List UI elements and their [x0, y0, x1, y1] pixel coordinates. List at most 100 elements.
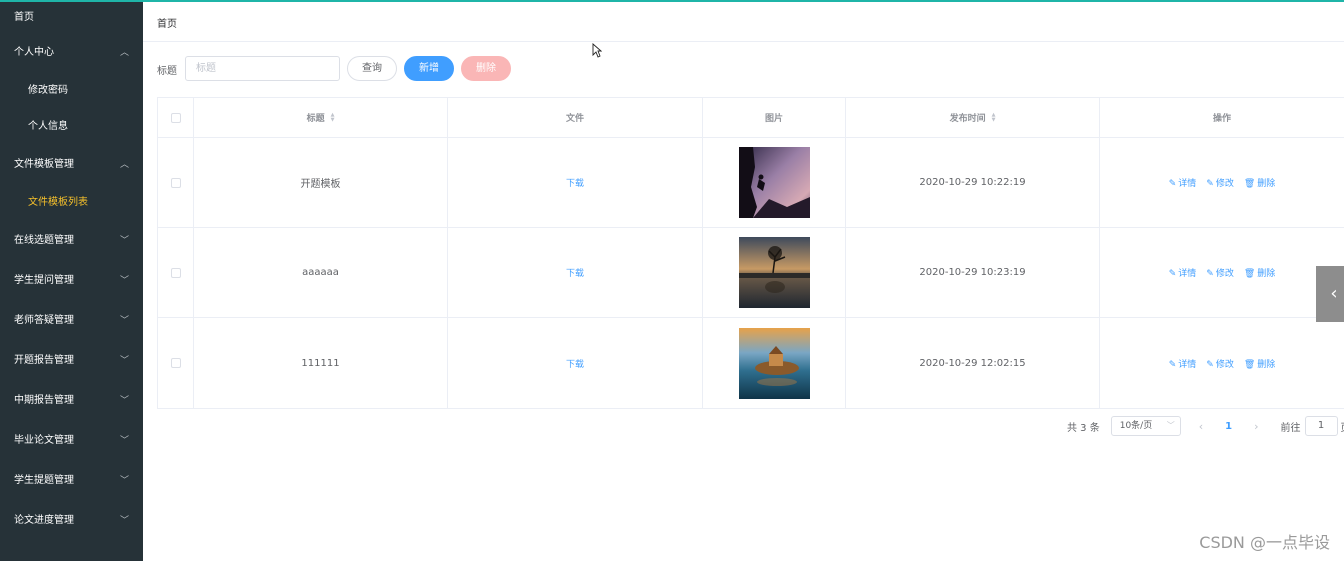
climber-silhouette-photo[interactable]	[738, 147, 810, 218]
sidebar-subitem-change-password[interactable]: 修改密码	[0, 76, 143, 112]
sidebar-item-label: 文件模板管理	[14, 159, 74, 170]
sidebar-item-label: 论文进度管理	[14, 515, 74, 526]
pagination-total: 共 3 条	[1067, 422, 1100, 434]
cell-title: aaaaaa	[194, 228, 448, 317]
top-accent-bar	[0, 0, 1344, 2]
sort-icon[interactable]: ▲ ▼	[992, 112, 996, 123]
detail-button[interactable]: ✎ 详情	[1169, 266, 1197, 279]
mouse-cursor-icon	[592, 43, 602, 58]
column-header-actions: 操作	[1212, 114, 1231, 124]
sidebar-item-thesis-progress[interactable]: 论文进度管理 ﹀	[0, 504, 143, 544]
sidebar-item-midterm-report[interactable]: 中期报告管理 ﹀	[0, 384, 143, 424]
sidebar-item-student-topics[interactable]: 学生提题管理 ﹀	[0, 464, 143, 504]
chevron-down-icon: ﹀	[119, 276, 129, 286]
lake-tree-sunset-photo[interactable]	[738, 237, 810, 308]
chevron-down-icon: ﹀	[119, 356, 129, 366]
cell-time: 2020-10-29 10:22:19	[846, 138, 1100, 227]
detail-button[interactable]: ✎ 详情	[1169, 357, 1197, 370]
goto-suffix: 页	[1341, 419, 1344, 434]
data-table: 标题 ▲ ▼ 文件 图片 发布时间 ▲ ▼ 操作 开题模板 下载 2020-10-2…	[157, 97, 1344, 409]
cell-title: 开题模板	[194, 138, 448, 227]
next-page-icon[interactable]: ›	[1254, 420, 1258, 433]
edit-icon: ✎	[1206, 359, 1214, 370]
sidebar-item-personal-center[interactable]: 个人中心 ︿	[0, 36, 143, 76]
cell-time: 2020-10-29 12:02:15	[846, 318, 1100, 408]
pagination: 共 3 条 10条/页 ﹀ ‹ 1 › 前往 1 页	[1067, 416, 1344, 436]
edit-icon: ✎	[1168, 359, 1177, 370]
chevron-down-icon: ﹀	[1166, 421, 1175, 430]
sidebar-item-teacher-answers[interactable]: 老师答疑管理 ﹀	[0, 304, 143, 344]
row-checkbox[interactable]	[170, 177, 181, 188]
sidebar-subitem-file-template-list[interactable]: 文件模板列表	[0, 188, 143, 224]
search-label: 标题	[157, 66, 177, 77]
sidebar-item-student-questions[interactable]: 学生提问管理 ﹀	[0, 264, 143, 304]
sidebar-item-label: 中期报告管理	[14, 395, 74, 406]
trash-icon: 🗑	[1243, 359, 1256, 370]
watermark: CSDN @一点毕设	[1199, 533, 1330, 552]
detail-button[interactable]: ✎ 详情	[1169, 176, 1197, 189]
cell-title: 111111	[194, 318, 448, 408]
chevron-down-icon: ﹀	[119, 316, 129, 326]
edit-button[interactable]: ✎ 修改	[1206, 357, 1234, 370]
delete-button[interactable]: 🗑 删除	[1244, 266, 1275, 279]
sidebar-subitem-personal-info[interactable]: 个人信息	[0, 112, 143, 148]
panel-toggle-button[interactable]: ‹	[1316, 266, 1344, 322]
sidebar-item-home[interactable]: 首页	[0, 2, 143, 36]
trash-icon: 🗑	[1243, 269, 1256, 279]
sidebar-item-label: 学生提问管理	[14, 275, 74, 286]
sidebar-item-proposal-report[interactable]: 开题报告管理 ﹀	[0, 344, 143, 384]
chevron-down-icon: ﹀	[119, 476, 129, 486]
edit-icon: ✎	[1206, 269, 1214, 279]
breadcrumb[interactable]: 首页	[157, 15, 177, 30]
delete-button[interactable]: 🗑 删除	[1244, 357, 1275, 370]
edit-button[interactable]: ✎ 修改	[1206, 266, 1234, 279]
sidebar-item-label: 个人中心	[14, 47, 54, 58]
column-header-image: 图片	[703, 98, 846, 137]
header-divider	[143, 41, 1344, 42]
query-button[interactable]: 查询	[347, 56, 397, 81]
sidebar-item-label: 在线选题管理	[14, 235, 74, 246]
cell-time: 2020-10-29 10:23:19	[846, 228, 1100, 317]
download-link[interactable]: 下载	[566, 357, 584, 370]
chevron-up-icon: ︿	[119, 160, 129, 170]
chevron-left-icon: ‹	[1330, 283, 1338, 304]
goto-page-input[interactable]: 1	[1304, 416, 1338, 436]
sidebar-item-label: 开题报告管理	[14, 355, 74, 366]
edit-button[interactable]: ✎ 修改	[1206, 176, 1234, 189]
edit-icon: ✎	[1168, 179, 1177, 189]
sort-icon[interactable]: ▲ ▼	[331, 112, 335, 123]
trash-icon: 🗑	[1243, 179, 1256, 189]
column-header-time[interactable]: 发布时间 ▲ ▼	[846, 98, 1100, 137]
delete-button[interactable]: 🗑 删除	[1244, 176, 1275, 189]
edit-icon: ✎	[1168, 269, 1177, 279]
island-castle-photo[interactable]	[738, 327, 810, 399]
goto-label: 前往	[1280, 422, 1301, 434]
column-header-title[interactable]: 标题 ▲ ▼	[194, 98, 448, 137]
sidebar-item-label: 毕业论文管理	[14, 435, 74, 446]
table-row: 111111 下载 2020-10-29 12:02:15 ✎ 详情 ✎ 修改 🗑 删…	[158, 318, 1344, 408]
row-checkbox[interactable]	[170, 267, 181, 278]
sidebar-item-thesis[interactable]: 毕业论文管理 ﹀	[0, 424, 143, 464]
prev-page-icon[interactable]: ‹	[1199, 420, 1203, 433]
chevron-down-icon: ﹀	[119, 516, 129, 526]
sidebar-item-topic-selection[interactable]: 在线选题管理 ﹀	[0, 224, 143, 264]
table-row: aaaaaa 下载 2020-10-29 10:23:19 ✎ 详情 ✎ 修改 🗑 删…	[158, 228, 1344, 318]
select-all-checkbox[interactable]	[170, 112, 181, 123]
title-search-input[interactable]	[185, 56, 340, 81]
sidebar-item-label: 学生提题管理	[14, 475, 74, 486]
table-header-row: 标题 ▲ ▼ 文件 图片 发布时间 ▲ ▼ 操作	[158, 98, 1344, 138]
chevron-down-icon: ﹀	[119, 236, 129, 246]
sidebar-item-file-template[interactable]: 文件模板管理 ︿	[0, 148, 143, 188]
table-row: 开题模板 下载 2020-10-29 10:22:19 ✎ 详情 ✎ 修改 🗑 删除	[158, 138, 1344, 228]
column-header-file: 文件	[448, 98, 703, 137]
page-size-select[interactable]: 10条/页 ﹀	[1110, 416, 1181, 436]
add-button[interactable]: 新增	[404, 56, 454, 81]
chevron-down-icon: ﹀	[119, 436, 129, 446]
download-link[interactable]: 下载	[566, 266, 584, 279]
chevron-down-icon: ﹀	[119, 396, 129, 406]
batch-delete-button[interactable]: 删除	[461, 56, 511, 81]
download-link[interactable]: 下载	[566, 176, 584, 189]
edit-icon: ✎	[1206, 179, 1214, 189]
page-number[interactable]: 1	[1225, 421, 1232, 432]
row-checkbox[interactable]	[170, 358, 181, 368]
